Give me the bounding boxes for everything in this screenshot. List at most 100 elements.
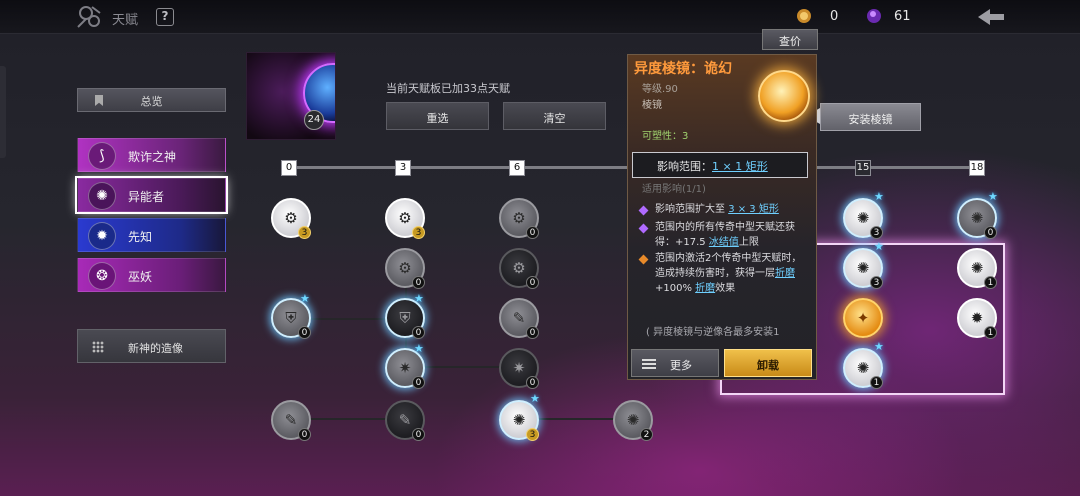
side-pull-tab[interactable] [0, 66, 6, 158]
god-portrait [246, 52, 336, 140]
god-label: 巫妖 [128, 270, 153, 284]
overview-button[interactable]: 总览 [77, 88, 226, 112]
reselect-button[interactable]: 重选 [386, 102, 489, 130]
lich-icon: ❂ [88, 262, 116, 290]
star-icon: ★ [414, 342, 424, 355]
node-badge: 0 [526, 376, 539, 389]
effect-highlight: 折磨 [695, 283, 716, 294]
star-icon: ★ [300, 292, 310, 305]
gold-coin-icon [797, 9, 811, 23]
effect-highlight: 折磨 [775, 268, 795, 279]
node-badge: 3 [298, 226, 311, 239]
prism-level: 等级.90 [642, 84, 678, 95]
more-button[interactable]: 更多 [631, 349, 719, 377]
grid-dots-icon [92, 341, 104, 353]
board-info-text: 当前天赋板已加33点天赋 [386, 82, 510, 95]
effect-text: 效果 [715, 283, 736, 294]
node-badge: 3 [870, 276, 883, 289]
price-label: 查价 [779, 35, 801, 48]
unload-label: 卸载 [757, 359, 779, 372]
range-text: 影响范围：1 × 1 矩形 [657, 158, 768, 174]
reselect-label: 重选 [426, 112, 449, 125]
top-bar: 天赋 ? 0 61 [0, 0, 1080, 34]
node-badge: 1 [984, 276, 997, 289]
effect-text: +100% [655, 283, 692, 294]
help-button[interactable]: ? [156, 8, 174, 26]
more-label: 更多 [670, 359, 692, 372]
install-prism-button[interactable]: 安装棱镜 [820, 103, 921, 131]
effect-1: 影响范围扩大至 3 × 3 矩形 [655, 202, 811, 217]
star-icon: ★ [414, 292, 424, 305]
effect-text: 上限 [738, 237, 759, 248]
purple-crystal-icon [867, 9, 881, 23]
effect-highlight: 冰结值 [708, 237, 739, 248]
install-limit-note: ( 异度棱镜与逆像各最多安装1 [646, 327, 780, 338]
node-badge: 0 [984, 226, 997, 239]
node-link [310, 318, 390, 320]
track-marker: 0 [281, 160, 297, 176]
track-marker: 18 [969, 160, 985, 176]
prophet-icon: ✹ [88, 222, 116, 250]
prism-plasticity: 可塑性：3 [642, 131, 689, 142]
effect-highlight: 3 × 3 矩形 [728, 204, 779, 215]
star-icon: ★ [530, 392, 540, 405]
star-icon: ★ [874, 190, 884, 203]
node-link [310, 418, 390, 420]
node-badge: 3 [412, 226, 425, 239]
overview-label: 总览 [140, 95, 163, 108]
god-item-prophet[interactable]: ✹ 先知 [77, 218, 226, 252]
node-badge: 0 [298, 326, 311, 339]
node-badge: 0 [526, 226, 539, 239]
range-box: 影响范围：1 × 1 矩形 [632, 152, 808, 178]
node-link [424, 366, 504, 368]
star-icon: ★ [874, 340, 884, 353]
god-item-lich[interactable]: ❂ 巫妖 [77, 258, 226, 292]
prism-socket-node[interactable]: ✦ [843, 298, 883, 338]
page-title: 天赋 [112, 13, 139, 28]
god-label: 欺诈之神 [128, 150, 177, 164]
prism-orb-icon [758, 70, 810, 122]
statue-label: 新神的造像 [128, 342, 183, 355]
god-item-trickster[interactable]: ⟆ 欺诈之神 [77, 138, 226, 172]
currency-2-value: 61 [894, 9, 911, 24]
currency-1-value: 0 [830, 9, 839, 24]
prism-type: 棱镜 [642, 100, 662, 111]
level-badge: 24 [304, 110, 324, 130]
track-marker: 15 [855, 160, 871, 176]
track-marker: 6 [509, 160, 525, 176]
effect-2: 范围内的所有传奇中型天赋还获得：+17.5 冰结值上限 [655, 220, 811, 250]
track-marker: 3 [395, 160, 411, 176]
node-badge: 0 [412, 326, 425, 339]
prism-title: 异度棱镜：诡幻 [634, 61, 732, 77]
node-badge: 0 [412, 276, 425, 289]
node-badge: 0 [298, 428, 311, 441]
clear-label: 清空 [543, 112, 566, 125]
star-icon: ★ [874, 240, 884, 253]
range-label: 影响范围： [657, 160, 712, 173]
node-badge: 0 [412, 376, 425, 389]
node-badge: 0 [526, 326, 539, 339]
unload-button[interactable]: 卸载 [724, 349, 812, 377]
effect-3: 范围内激活2个传奇中型天赋时，造成持续伤害时，获得一层折磨 +100% 折磨效果 [655, 251, 811, 296]
node-badge: 3 [870, 226, 883, 239]
price-check-button[interactable]: 查价 [762, 29, 818, 50]
god-label: 先知 [128, 230, 153, 244]
trickster-icon: ⟆ [88, 142, 116, 170]
clear-button[interactable]: 清空 [503, 102, 606, 130]
applied-effect-header: 适用影响(1/1) [642, 184, 706, 195]
back-arrow-icon[interactable] [976, 6, 1006, 28]
node-badge: 1 [984, 326, 997, 339]
node-badge: 1 [870, 376, 883, 389]
node-link [538, 418, 618, 420]
new-god-statue-button[interactable]: 新神的造像 [77, 329, 226, 363]
effect-text: 影响范围扩大至 [655, 204, 725, 215]
star-icon: ★ [988, 190, 998, 203]
node-badge: 0 [526, 276, 539, 289]
install-label: 安装棱镜 [848, 113, 893, 126]
talent-logo-icon [77, 6, 101, 28]
node-badge: 3 [526, 428, 539, 441]
god-item-psychic[interactable]: ✺ 异能者 [75, 176, 228, 214]
menu-icon [642, 359, 656, 369]
god-label: 异能者 [128, 190, 165, 204]
node-badge: 2 [640, 428, 653, 441]
